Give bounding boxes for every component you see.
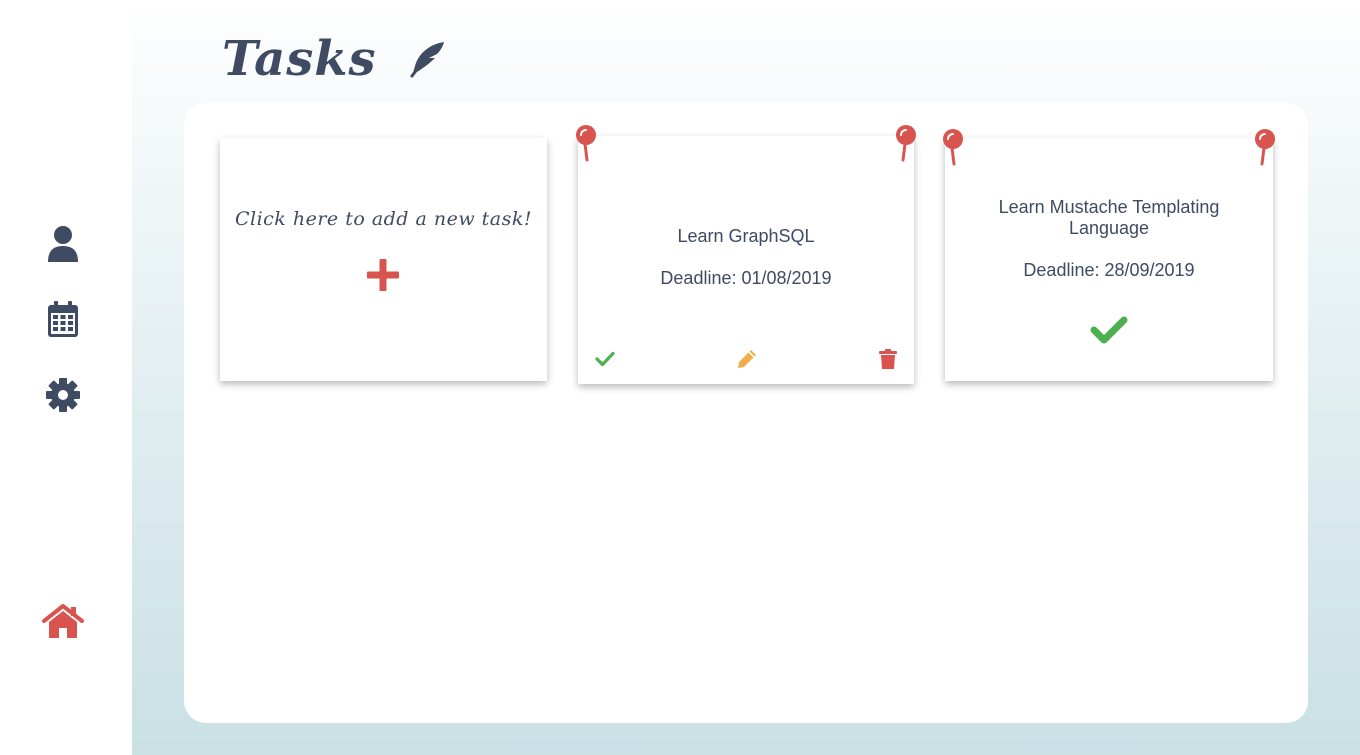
trash-icon xyxy=(879,349,897,369)
add-task-prompt: Click here to add a new task! xyxy=(234,208,533,230)
sidebar xyxy=(0,0,132,755)
complete-task-button[interactable] xyxy=(594,348,616,370)
add-task-card[interactable]: Click here to add a new task! xyxy=(220,138,547,381)
sidebar-item-calendar[interactable] xyxy=(44,300,82,338)
task-title: Learn Mustache Templating Language xyxy=(998,197,1220,238)
sidebar-item-settings[interactable] xyxy=(44,376,82,414)
sidebar-item-profile[interactable] xyxy=(44,225,82,263)
pin-icon xyxy=(576,125,596,162)
plus-icon[interactable] xyxy=(366,258,400,292)
pin-icon xyxy=(1255,129,1275,166)
completed-check-icon xyxy=(1090,316,1128,344)
page-header: Tasks xyxy=(222,28,447,90)
calendar-icon xyxy=(48,301,78,337)
pencil-icon xyxy=(738,350,756,368)
feather-icon xyxy=(410,42,444,78)
home-icon xyxy=(42,604,84,638)
check-icon xyxy=(595,351,615,367)
pin-icon xyxy=(896,125,916,162)
main-content: Tasks Click here to add a new task! Lear… xyxy=(132,0,1360,755)
task-deadline: Deadline: 01/08/2019 xyxy=(660,268,832,288)
task-title: Learn GraphSQL xyxy=(677,226,815,246)
task-card: Learn GraphSQL Deadline: 01/08/2019 xyxy=(576,125,916,384)
gear-icon xyxy=(46,378,80,412)
task-card-completed: Learn Mustache Templating Language Deadl… xyxy=(943,129,1275,381)
user-icon xyxy=(48,226,78,262)
edit-task-button[interactable] xyxy=(735,347,759,371)
task-deadline: Deadline: 28/09/2019 xyxy=(1023,260,1195,280)
delete-task-button[interactable] xyxy=(877,347,899,371)
pin-icon xyxy=(943,129,963,166)
task-board: Click here to add a new task! Learn Grap… xyxy=(184,103,1308,723)
sidebar-item-home[interactable] xyxy=(42,602,84,640)
page-title: Tasks xyxy=(222,31,377,87)
